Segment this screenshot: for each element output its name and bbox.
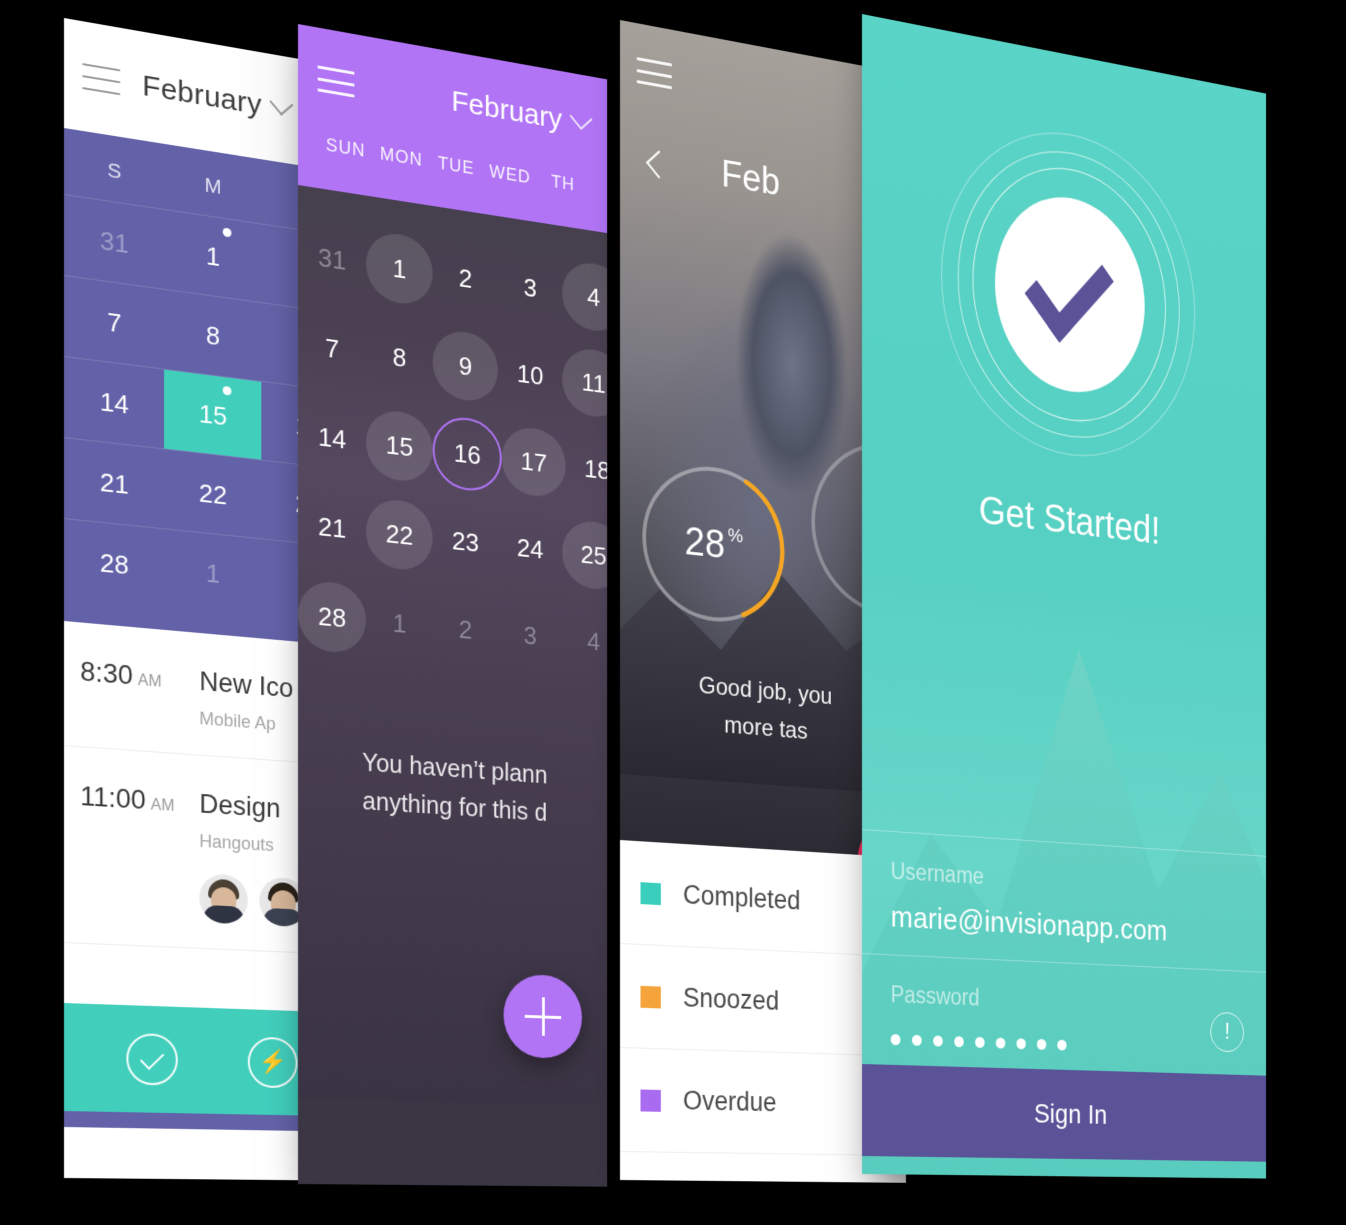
calendar-day[interactable]: 2 (433, 239, 498, 317)
legend-swatch-overdue (640, 1088, 661, 1112)
calendar-day[interactable]: 22 (365, 496, 433, 573)
calendar-day[interactable]: 21 (64, 463, 164, 505)
dow-label: SUN (325, 134, 366, 161)
empty-state: You haven’t plann anything for this d (298, 669, 608, 1106)
progress-value: 28% (684, 518, 744, 567)
dow-label: WED (489, 161, 531, 188)
calendar-day[interactable]: 4 (562, 605, 607, 678)
phone-screen-sign-in: Get Started! Username marie@invisionapp.… (862, 14, 1267, 1179)
percent-sign: % (727, 525, 744, 548)
calendar-day[interactable]: 3 (498, 249, 562, 326)
calendar-day[interactable]: 7 (298, 309, 366, 388)
legend-swatch-completed (640, 881, 661, 905)
calendar-day[interactable]: 31 (298, 219, 366, 299)
calendar-day[interactable]: 25 (562, 518, 608, 592)
calendar-day[interactable]: 8 (164, 314, 261, 357)
calendar-day[interactable]: 11 (562, 345, 608, 421)
calendar-grid: 31 1 2 3 4 7 8 9 10 11 14 15 16 17 18 21… (298, 185, 608, 696)
avatar[interactable] (199, 873, 248, 925)
password-label: Password (890, 981, 980, 1011)
calendar-day-today[interactable]: 16 (432, 413, 502, 495)
legend-label: Snoozed (682, 982, 780, 1016)
add-task-fab[interactable] (503, 973, 582, 1060)
calendar-day[interactable]: 9 (432, 327, 499, 405)
calendar-day[interactable]: 10 (498, 336, 562, 412)
calendar-day[interactable]: 28 (298, 579, 366, 655)
calendar-day[interactable]: 1 (366, 586, 433, 661)
legend-swatch-snoozed (640, 985, 661, 1008)
username-label: Username (890, 857, 984, 890)
progress-rings: 28% (637, 452, 790, 634)
sign-in-label: Sign In (1033, 1098, 1108, 1130)
calendar-day[interactable]: 21 (298, 489, 366, 566)
agenda-time: 11:00 AM (80, 781, 175, 816)
calendar-day[interactable]: 28 (64, 544, 164, 585)
dow-label: S (107, 158, 122, 184)
calendar-day-selected[interactable]: 15 (164, 369, 262, 460)
month-title: Feb (721, 153, 781, 205)
checkmark-logo-icon (1024, 231, 1114, 343)
calendar-day[interactable]: 3 (498, 599, 562, 673)
month-title: February (451, 84, 563, 136)
hamburger-icon[interactable] (317, 65, 355, 98)
phone-screen-calendar-dark: February SUN MON TUE WED TH 31 1 2 3 4 7… (298, 24, 608, 1187)
dow-label: M (204, 173, 222, 199)
bolt-circle-icon[interactable]: ⚡ (247, 1036, 298, 1089)
calendar-day[interactable]: 1 (365, 229, 433, 308)
dow-label: MON (379, 143, 423, 171)
sign-in-form: Username marie@invisionapp.com Password … (862, 829, 1267, 1179)
calendar-day[interactable]: 18 (566, 432, 607, 506)
calendar-day[interactable]: 31 (64, 220, 164, 265)
chevron-down-icon[interactable] (569, 105, 593, 131)
password-field[interactable]: Password ! (862, 953, 1267, 1076)
hamburger-icon[interactable] (82, 63, 121, 96)
sign-in-button[interactable]: Sign In (862, 1064, 1267, 1162)
calendar-day[interactable]: 8 (366, 318, 433, 396)
username-input[interactable]: marie@invisionapp.com (891, 901, 1241, 952)
calendar-day[interactable]: 15 (365, 407, 433, 485)
check-circle-icon[interactable] (126, 1032, 178, 1086)
calendar-day[interactable]: 1 (164, 226, 261, 278)
app-logo (933, 105, 1202, 476)
screenshot-stage: February S M T 31 1 2 7 8 9 14 (0, 0, 1346, 1225)
alert-circle-icon[interactable]: ! (1210, 1011, 1244, 1053)
progress-ring-primary: 28% (637, 452, 790, 634)
dow-label: TUE (437, 152, 475, 179)
calendar-day[interactable]: 14 (298, 399, 366, 477)
chevron-down-icon[interactable] (269, 91, 294, 116)
agenda-ampm: AM (137, 672, 162, 691)
calendar-day[interactable]: 4 (562, 258, 608, 335)
calendar-day[interactable]: 14 (64, 382, 164, 425)
event-dot (222, 226, 232, 238)
agenda-ampm: AM (150, 796, 175, 815)
plus-icon (525, 997, 561, 1037)
calendar-day[interactable]: 17 (501, 424, 566, 500)
password-input[interactable] (890, 1033, 1241, 1056)
calendar-day[interactable]: 23 (433, 504, 498, 579)
chevron-left-icon[interactable] (645, 149, 673, 179)
username-field[interactable]: Username marie@invisionapp.com (862, 829, 1267, 972)
legend-label: Completed (682, 879, 801, 916)
calendar-day[interactable]: 7 (64, 301, 164, 345)
agenda-time: 8:30 AM (80, 656, 162, 691)
hamburger-icon[interactable] (636, 57, 672, 90)
calendar-day[interactable]: 22 (164, 474, 261, 515)
page-title: Get Started! (978, 488, 1161, 553)
dow-label: TH (551, 171, 575, 195)
legend-label: Overdue (682, 1085, 777, 1118)
calendar-day[interactable]: 2 (433, 592, 498, 666)
month-title: February (142, 69, 262, 122)
calendar-day[interactable]: 24 (498, 511, 562, 585)
calendar-day[interactable]: 1 (164, 553, 261, 593)
